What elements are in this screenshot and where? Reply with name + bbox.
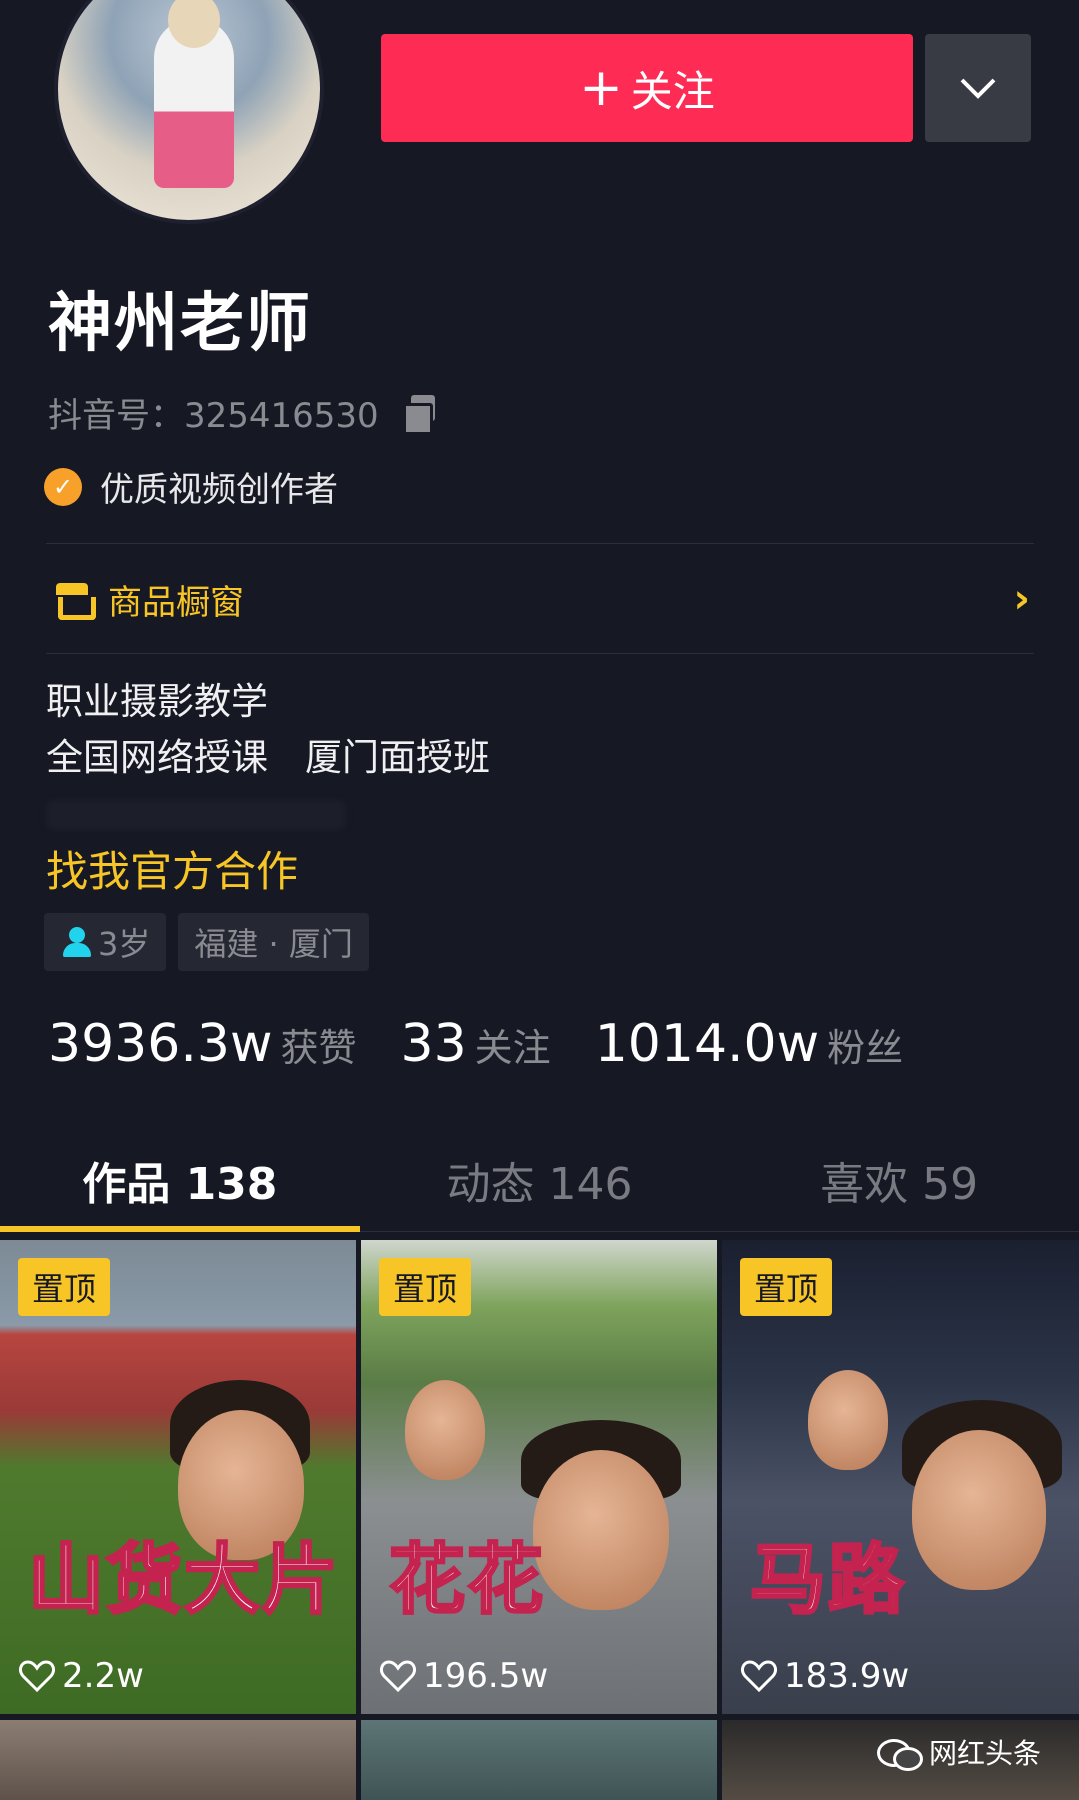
video-likes: 183.9w: [740, 1656, 909, 1696]
creator-badge: ✓ 优质视频创作者: [44, 462, 338, 511]
location-tag: 福建 · 厦门: [178, 913, 369, 971]
age-tag: 3岁: [44, 913, 167, 971]
thumbnail-face: [405, 1380, 485, 1480]
likes-count: 3936.3w: [48, 1014, 273, 1074]
divider: [46, 543, 1034, 544]
chevron-right-icon: ›: [1013, 576, 1030, 622]
video-grid: 置顶 山货大片 2.2w 置顶 花花 196.5w 置顶 马路 183.9w: [0, 1240, 1079, 1800]
following-count[interactable]: 33: [401, 1014, 467, 1074]
chevron-down-icon: [960, 78, 996, 99]
pinned-badge: 置顶: [379, 1258, 472, 1316]
followers-count[interactable]: 1014.0w: [595, 1014, 819, 1074]
thumbnail-face: [912, 1430, 1046, 1590]
avatar[interactable]: [54, 0, 324, 224]
video-thumbnail[interactable]: [361, 1720, 717, 1800]
bio-line: 全国网络授课 厦门面授班: [46, 736, 490, 779]
cooperation-link[interactable]: 找我官方合作: [46, 838, 298, 899]
video-thumbnail[interactable]: 置顶 山货大片 2.2w: [0, 1240, 356, 1714]
video-caption: 马路: [749, 1534, 906, 1626]
thumbnail-face: [808, 1370, 888, 1470]
heart-icon: [380, 1660, 416, 1693]
likes-label: 获赞: [280, 1026, 357, 1070]
likes-count-label: 2.2w: [62, 1656, 144, 1696]
video-thumbnail[interactable]: 置顶 马路 183.9w: [722, 1240, 1079, 1714]
tab-works[interactable]: 作品 138: [0, 1128, 360, 1232]
shop-window-row[interactable]: 商品橱窗 ›: [46, 546, 1034, 652]
video-likes: 196.5w: [379, 1656, 548, 1696]
likes-count-label: 183.9w: [784, 1656, 910, 1696]
following-label[interactable]: 关注: [475, 1017, 551, 1072]
content-tabs: 作品 138 动态 146 喜欢 59: [0, 1128, 1079, 1232]
blurred-line: [46, 800, 346, 830]
followers-label[interactable]: 粉丝: [827, 1017, 903, 1072]
user-icon: [60, 925, 94, 959]
video-thumbnail[interactable]: 置顶 花花 196.5w: [361, 1240, 717, 1714]
more-options-button[interactable]: [925, 34, 1031, 142]
tab-likes[interactable]: 喜欢 59: [719, 1128, 1079, 1231]
stats-row: 3936.3w 获赞 33 关注 1014.0w 粉丝: [48, 1014, 947, 1074]
pinned-badge: 置顶: [18, 1258, 111, 1316]
wechat-icon: [876, 1735, 923, 1771]
shop-window-label: 商品橱窗: [108, 582, 244, 623]
tab-activity[interactable]: 动态 146: [360, 1128, 720, 1231]
copy-icon[interactable]: [402, 394, 439, 435]
thumbnail-face: [533, 1450, 669, 1610]
plus-icon: +: [579, 58, 623, 118]
video-caption: 山货大片: [27, 1534, 340, 1626]
bio-line: 职业摄影教学: [46, 680, 268, 723]
bio: 职业摄影教学 全国网络授课 厦门面授班: [46, 674, 490, 830]
heart-icon: [19, 1660, 55, 1693]
divider: [46, 653, 1034, 654]
tags: 3岁 福建 · 厦门: [44, 913, 369, 971]
shop-icon: [52, 581, 96, 620]
video-likes: 2.2w: [18, 1656, 144, 1696]
creator-badge-label: 优质视频创作者: [100, 470, 338, 510]
follow-button[interactable]: + 关注: [381, 34, 913, 142]
profile-name: 神州老师: [48, 287, 312, 361]
age-tag-label: 3岁: [98, 925, 151, 963]
likes-count-label: 196.5w: [423, 1656, 549, 1696]
pinned-badge: 置顶: [740, 1258, 833, 1316]
location-tag-label: 福建 · 厦门: [194, 925, 353, 963]
check-icon: ✓: [44, 467, 82, 506]
watermark-label: 网红头条: [928, 1737, 1041, 1770]
follow-label: 关注: [630, 66, 715, 116]
video-caption: 花花: [388, 1534, 545, 1626]
watermark: 网红头条: [876, 1732, 1041, 1772]
video-thumbnail[interactable]: [0, 1720, 356, 1800]
douyin-id-row: 抖音号：325416530: [48, 388, 439, 437]
douyin-id: 抖音号：325416530: [48, 396, 379, 436]
heart-icon: [741, 1660, 777, 1693]
